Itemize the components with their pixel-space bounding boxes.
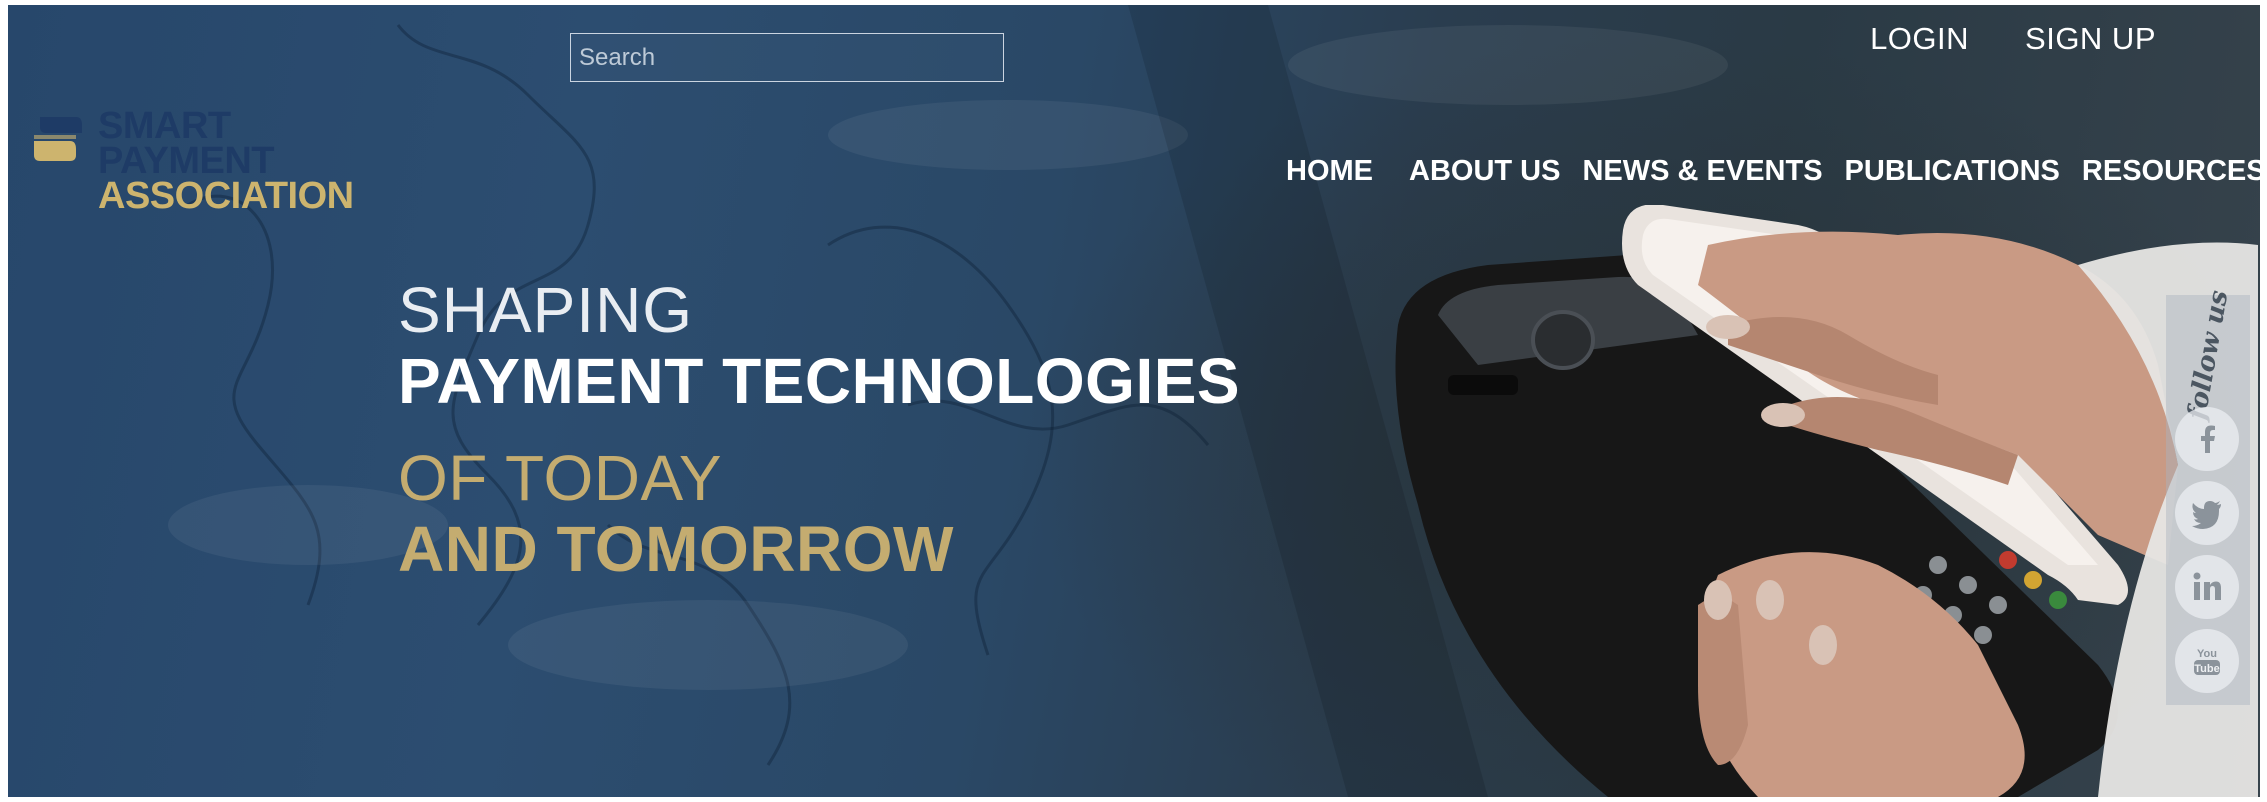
headline-of-today: OF TODAY [398,442,723,514]
logo[interactable]: SMART PAYMENT ASSOCIATION [32,105,362,229]
nav-item-home[interactable]: HOME [1286,155,1373,188]
nav-item-news-events[interactable]: NEWS & EVENTS [1582,155,1822,188]
auth-links: LOGIN SIGN UP [1870,21,2156,57]
login-link[interactable]: LOGIN [1870,21,1969,57]
signup-link[interactable]: SIGN UP [2025,21,2156,57]
logo-text-association: ASSOCIATION [98,175,354,217]
linkedin-icon[interactable] [2175,555,2239,619]
follow-us-sidebar: follow us You Tube [2166,288,2250,705]
twitter-icon[interactable] [2175,481,2239,545]
search-input[interactable] [571,34,1003,81]
headline-shaping: SHAPING [398,274,694,346]
logo-mark-icon [34,117,82,161]
youtube-icon[interactable]: You Tube [2175,629,2239,693]
nav-item-resources[interactable]: RESOURCES [2082,155,2260,188]
hero-banner: SMART PAYMENT ASSOCIATION LOGIN SIGN UP … [8,5,2260,797]
logo-text-payment: PAYMENT [98,140,274,182]
hero-headline: SHAPING PAYMENT TECHNOLOGIES OF TODAY AN… [398,277,1240,587]
nav-item-about-us[interactable]: ABOUT US [1409,155,1560,188]
svg-text:You: You [2197,648,2217,660]
facebook-icon[interactable] [2175,407,2239,471]
svg-text:Tube: Tube [2194,663,2219,675]
nav-item-publications[interactable]: PUBLICATIONS [1845,155,2060,188]
headline-and-tomorrow: AND TOMORROW [398,513,954,585]
headline-payment-technologies: PAYMENT TECHNOLOGIES [398,345,1241,417]
main-navigation: HOME ABOUT US NEWS & EVENTS PUBLICATIONS… [1286,155,2260,188]
payment-terminal-illustration [1395,205,2258,797]
logo-text-smart: SMART [98,105,231,147]
search-box [570,33,1004,82]
follow-us-label: follow us [2181,288,2235,422]
